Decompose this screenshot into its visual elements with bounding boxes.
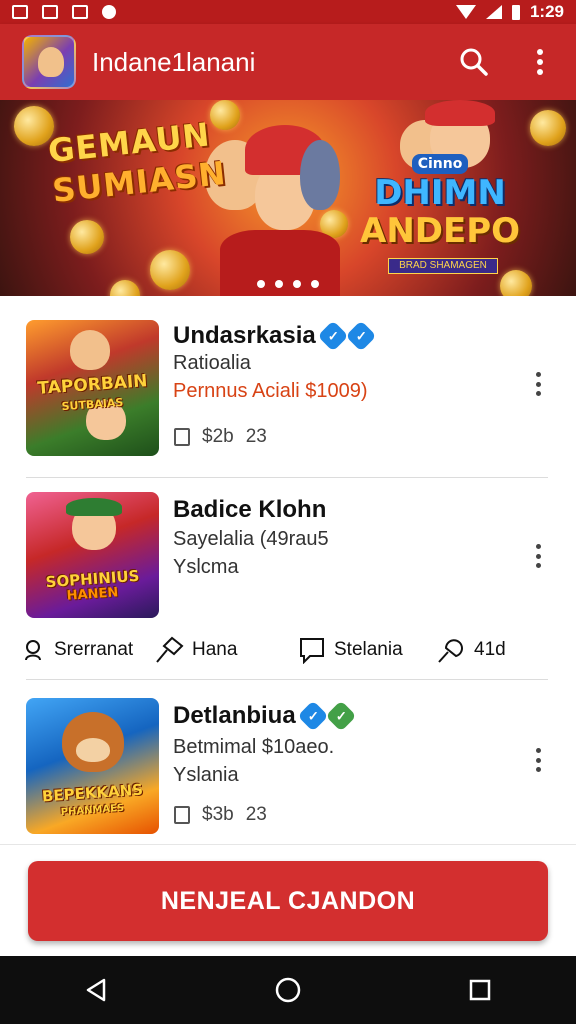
banner-title-right: Cinno DHIMN ANDEPO <box>360 154 521 251</box>
home-icon <box>275 977 301 1003</box>
verified-badge-icon: ✓ <box>317 320 349 352</box>
document-icon <box>174 806 190 824</box>
more-options-button[interactable] <box>520 42 560 82</box>
item-detail: Yslcma <box>173 556 239 578</box>
nav-recents-button[interactable] <box>460 970 500 1010</box>
action-chat[interactable]: Stelania <box>298 636 436 664</box>
item-title: Badice Klohn <box>173 496 327 523</box>
tag-icon <box>156 636 184 663</box>
app-bar: Indane1lanani <box>0 24 576 100</box>
list-item[interactable]: TAPORBAIN SUTBAIAS Undasrkasia ✓ ✓ Ratio… <box>0 296 576 478</box>
search-icon <box>460 48 488 76</box>
carousel-dot[interactable] <box>311 280 319 288</box>
item-subtitle: Sayelalia (49rau5 <box>173 528 329 550</box>
search-button[interactable] <box>454 42 494 82</box>
item-subtitle: Ratioalia <box>173 352 251 374</box>
more-vertical-icon <box>537 49 543 75</box>
status-notifications <box>12 5 116 19</box>
share-icon <box>438 639 463 663</box>
coin-decoration <box>530 110 566 146</box>
wifi-icon <box>455 5 476 19</box>
item-more-button[interactable] <box>528 368 548 400</box>
action-tag[interactable]: Hana <box>154 636 298 664</box>
status-time: 1:29 <box>529 2 564 21</box>
item-subtitle: Betmimal $10aeo. <box>173 736 335 758</box>
image-notification-icon <box>42 5 58 19</box>
nav-back-button[interactable] <box>76 970 116 1010</box>
back-icon <box>86 978 106 1002</box>
character-illustration <box>300 140 340 210</box>
carousel-dot[interactable] <box>293 280 301 288</box>
item-detail: Yslania <box>173 764 239 786</box>
carousel-dot[interactable] <box>275 280 283 288</box>
banner-subtitle: BRAD SHAMAGEN <box>388 258 498 274</box>
verified-badge-icon: ✓ <box>345 320 377 352</box>
person-icon <box>25 640 41 661</box>
system-nav-bar <box>0 956 576 1024</box>
cta-container: NENJEAL CJANDON <box>0 844 576 956</box>
status-system: 1:29 <box>455 2 564 22</box>
game-list: TAPORBAIN SUTBAIAS Undasrkasia ✓ ✓ Ratio… <box>0 296 576 844</box>
list-item[interactable]: SOPHINIUS HANEN Badice Klohn Sayelalia (… <box>0 478 576 680</box>
circle-notification-icon <box>102 5 116 19</box>
game-thumbnail[interactable]: BEPEKKANS PHANMAES <box>26 698 159 834</box>
document-icon <box>174 428 190 446</box>
item-actions: Srerranat Hana Stelania 41d <box>22 628 542 672</box>
app-title: Indane1lanani <box>92 46 256 77</box>
item-title: Detlanbiua ✓ ✓ <box>173 700 357 732</box>
item-meta: $3b 23 <box>174 804 267 826</box>
signal-icon <box>485 5 502 19</box>
verified-badge-icon: ✓ <box>325 700 357 732</box>
app-logo[interactable] <box>22 35 76 89</box>
item-more-button[interactable] <box>528 744 548 776</box>
action-share[interactable]: 41d <box>436 636 506 664</box>
item-title: Undasrkasia ✓ ✓ <box>173 320 377 352</box>
character-illustration <box>425 100 495 126</box>
action-people[interactable]: Srerranat <box>22 638 154 662</box>
image-notification-icon <box>72 5 88 19</box>
game-thumbnail[interactable]: TAPORBAIN SUTBAIAS <box>26 320 159 456</box>
battery-icon <box>511 4 520 20</box>
recents-icon <box>469 979 491 1001</box>
list-item[interactable]: BEPEKKANS PHANMAES Detlanbiua ✓ ✓ Betmim… <box>0 680 576 844</box>
game-thumbnail[interactable]: SOPHINIUS HANEN <box>26 492 159 618</box>
verified-badge-icon: ✓ <box>297 700 329 732</box>
image-notification-icon <box>12 5 28 19</box>
carousel-indicator <box>0 280 576 288</box>
nav-home-button[interactable] <box>268 970 308 1010</box>
status-bar: 1:29 <box>0 0 576 24</box>
carousel-dot[interactable] <box>257 280 265 288</box>
banner-title-left: GEMAUN SUMIASN <box>46 115 228 210</box>
coin-decoration <box>70 220 104 254</box>
item-price: Pernnus Aciali $1009) <box>173 380 368 402</box>
app-screen: 1:29 Indane1lanani GEMAUN SUMIASN Cinno … <box>0 0 576 1024</box>
promo-banner[interactable]: GEMAUN SUMIASN Cinno DHIMN ANDEPO BRAD S… <box>0 100 576 296</box>
item-meta: $2b 23 <box>174 426 267 448</box>
primary-cta-button[interactable]: NENJEAL CJANDON <box>28 861 548 941</box>
chat-icon <box>300 638 324 664</box>
item-more-button[interactable] <box>528 540 548 572</box>
